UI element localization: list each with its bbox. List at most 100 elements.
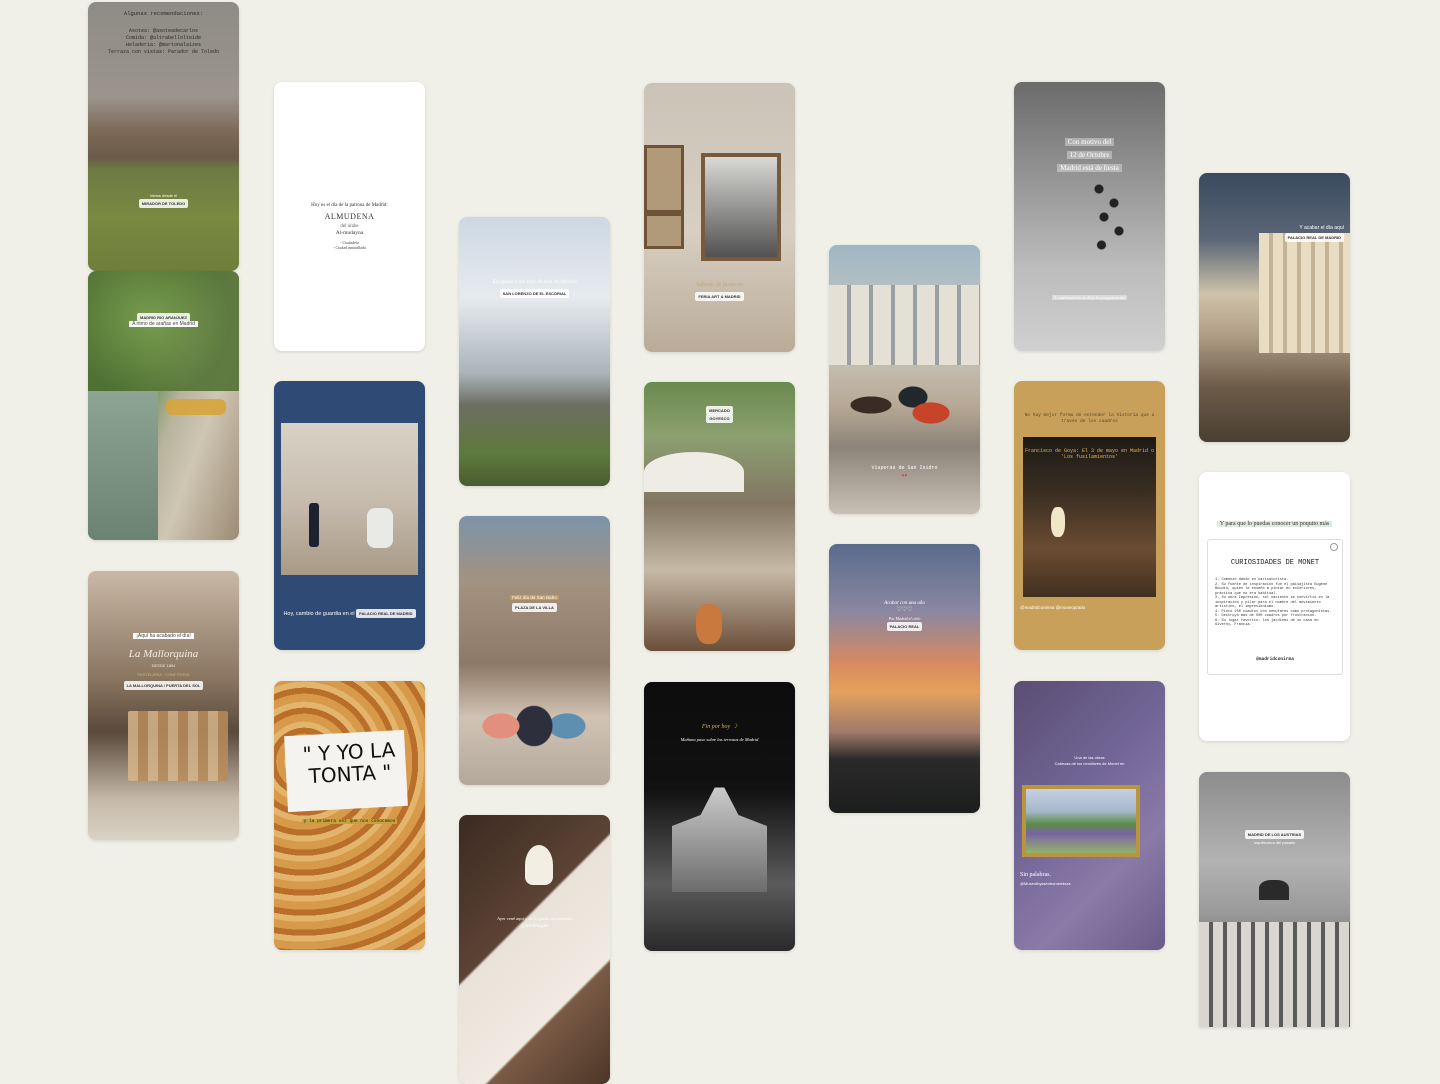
framed-photo bbox=[701, 153, 781, 261]
location-tag[interactable]: PALACIO REAL bbox=[886, 622, 923, 631]
shop-sign: La Mallorquina bbox=[128, 648, 199, 660]
story-escorial[interactable]: Escapada a tan solo 40 min de Madrid SAN… bbox=[459, 217, 610, 486]
heading-line: 12 de Octubre bbox=[1066, 151, 1113, 159]
story-title: Cabezas de los nenúfares de Monet en bbox=[1054, 761, 1125, 766]
candle bbox=[525, 845, 553, 885]
story-sunset[interactable]: Acabar con una año ♡♡♡ Por Madrid el cie… bbox=[829, 544, 980, 813]
palace-facade bbox=[1259, 233, 1350, 353]
story-cibeles-night[interactable]: Fin por hoy ☽ Mañana paso sobre las terr… bbox=[644, 682, 795, 951]
recommendation-line: Comida: @altrabellolteide bbox=[125, 35, 201, 41]
card-title: CURIOSIDADES DE MONET bbox=[1230, 559, 1320, 567]
story-subcaption: Mañana paso sobre las terrazas de Madrid bbox=[680, 737, 759, 742]
story-goya[interactable]: No hay mejor forma de entender la histor… bbox=[1014, 381, 1165, 650]
recommendation-line: Heladeria: @martonalaizes bbox=[125, 42, 201, 48]
story-handle: @tortillaigalt bbox=[521, 924, 548, 929]
building-facade bbox=[829, 285, 980, 365]
story-title: Y para que lo puedas conocer un poquito … bbox=[1216, 521, 1333, 527]
curiosity-line: 3. Su obra Impresión, sol naciente se co… bbox=[1215, 596, 1330, 609]
building-facade bbox=[1199, 922, 1350, 1027]
story-aranjuez-river[interactable]: MADRID RIO ARANJUEZ A ritmo de arañas en… bbox=[88, 271, 239, 540]
moon-icon: ☽ bbox=[731, 724, 738, 730]
frame-small-2 bbox=[644, 213, 684, 249]
curiosity-line: 6. Su lugar favorito: los jardines de su… bbox=[1215, 618, 1319, 628]
story-caption: Hoy, cambio de guardia en el PALACIO REA… bbox=[280, 609, 419, 618]
guard-photo bbox=[281, 423, 418, 575]
shop-since: DESDE 1894 bbox=[151, 663, 176, 668]
story-caption: arquitectura del pasado bbox=[1253, 840, 1296, 845]
story-caption: Sin palabras. bbox=[1020, 872, 1051, 878]
story-chulapos[interactable]: Vísperas de San Isidro ♥♥ bbox=[829, 245, 980, 514]
story-caption: Ayer cené aquí y no lo puedo recomendar bbox=[497, 916, 572, 921]
story-restaurant[interactable]: Ayer cené aquí y no lo puedo recomendar … bbox=[459, 815, 610, 1084]
story-handle: @Museothyssenbornemisza bbox=[1020, 881, 1071, 886]
caption-text: Fin por hoy bbox=[701, 724, 731, 730]
story-handles: @madridconirma @museoprado bbox=[1020, 605, 1086, 610]
definitions: - Ciudadela - Ciudad amurallada bbox=[280, 240, 419, 250]
story-caption: Feliz día de San Isidro bbox=[510, 595, 559, 600]
dancers-photo bbox=[847, 365, 967, 445]
story-arabic-word: Al-mudayna bbox=[335, 230, 364, 236]
dancers-photo bbox=[479, 666, 589, 766]
curiosities-list: 1. Comenzó dando en caricaturista. 2. Su… bbox=[1215, 578, 1335, 628]
story-heading: ALMUDENA bbox=[324, 212, 375, 221]
story-palacio-real-evening[interactable]: Y acabar el día aquí PALACIO REAL DE MAD… bbox=[1199, 173, 1350, 442]
story-caption: ¡Aquí ha acabado el día! bbox=[133, 633, 194, 639]
story-subline: del árabe bbox=[340, 224, 359, 229]
goya-painting bbox=[1023, 437, 1156, 597]
location-tag[interactable]: PLAZA DE LA VILLA bbox=[512, 603, 557, 612]
location-tag[interactable]: FERIA ART & MADRID bbox=[695, 292, 744, 301]
river-image bbox=[88, 391, 158, 540]
recommendations-list: Asotea: @asoteadecarlos Comida: @altrabe… bbox=[94, 28, 233, 56]
story-heading: Con motivo del 12 de Octubre Madrid está… bbox=[1020, 136, 1159, 175]
card-handle: @madridconirma bbox=[1256, 657, 1294, 662]
location-tag[interactable]: LA MALLORQUINA / PUERTA DEL SOL bbox=[123, 681, 204, 690]
location-tag-2[interactable]: GOYESCO bbox=[706, 414, 733, 423]
airplanes-formation bbox=[1084, 182, 1134, 252]
location-tag[interactable]: MADRID DE LOS AUSTRIAS bbox=[1244, 830, 1305, 839]
vase bbox=[696, 604, 722, 644]
definition-line: - Ciudad amurallada bbox=[333, 245, 366, 250]
story-caption: Sábado de fiesta en bbox=[696, 282, 743, 288]
story-toledo-recommendations[interactable]: Algunas recomendaciones: Asotea: @asotea… bbox=[88, 2, 239, 271]
heading-line: Con motivo del bbox=[1064, 138, 1115, 146]
story-curiosidades-monet[interactable]: Y para que lo puedas conocer un poquito … bbox=[1199, 472, 1350, 741]
story-footer: A continuación os dejo la programación bbox=[1051, 295, 1128, 300]
figure-white-shirt bbox=[1051, 507, 1065, 537]
location-tag[interactable]: MIRADOR DE TOLEDO bbox=[138, 199, 189, 208]
recommendation-line: Asotea: @asoteadecarlos bbox=[128, 28, 198, 34]
recommendation-line: Terraza con vistas: Parador de Toledo bbox=[107, 49, 220, 55]
story-top-text: No hay mejor forma de entender la histor… bbox=[1024, 413, 1155, 424]
hearts: ♥♥ bbox=[901, 473, 908, 479]
story-12-octubre[interactable]: Con motivo del 12 de Octubre Madrid está… bbox=[1014, 82, 1165, 351]
guard-figure bbox=[309, 503, 319, 547]
story-la-mallorquina[interactable]: ¡Aquí ha acabado el día! La Mallorquina … bbox=[88, 571, 239, 840]
sign-text: " Y YO LA TONTA " bbox=[302, 737, 396, 789]
story-caption: A ritmo de arañas en Madrid bbox=[129, 321, 198, 327]
story-mercado-goyesco[interactable]: MERCADO GOYESCO bbox=[644, 382, 795, 651]
story-line: Hoy es el día de la patrona de Madrid: bbox=[311, 203, 388, 208]
story-caption: Fin por hoy ☽ bbox=[650, 724, 789, 731]
story-monet-museum[interactable]: Una de las obras Cabezas de los nenúfare… bbox=[1014, 681, 1165, 950]
curiosity-line: 2. Su fuente de inspiración fue el paisa… bbox=[1215, 582, 1328, 596]
story-palacio-guard[interactable]: Hoy, cambio de guardia en el PALACIO REA… bbox=[274, 381, 425, 650]
story-san-isidro-dancers[interactable]: Feliz día de San Isidro PLAZA DE LA VILL… bbox=[459, 516, 610, 785]
story-title: Algunas recomendaciones: bbox=[123, 10, 204, 17]
story-almudena[interactable]: Hoy es el día de la patrona de Madrid: A… bbox=[274, 82, 425, 351]
story-rosquillas[interactable]: " Y YO LA TONTA " y la primera vez que n… bbox=[274, 681, 425, 950]
monet-painting bbox=[1022, 785, 1140, 857]
frame-small-1 bbox=[644, 145, 684, 213]
story-caption: Escapada a tan solo 40 min de Madrid bbox=[492, 279, 577, 285]
location-tag[interactable]: PALACIO REAL DE MADRID bbox=[1284, 233, 1344, 242]
stories-grid: { "colors":{"background":"#f0f0e8"}, "s1… bbox=[0, 0, 1440, 1084]
heading-line: Madrid está de fiesta bbox=[1057, 164, 1122, 172]
story-subcaption: Por Madrid el cielo bbox=[888, 616, 921, 621]
location-tag[interactable]: SAN LORENZO DE EL ESCORIAL bbox=[499, 289, 570, 298]
story-museum-photo[interactable]: Sábado de fiesta en FERIA ART & MADRID bbox=[644, 83, 795, 352]
story-footer: Varios desde el bbox=[149, 193, 178, 198]
caption-text: Hoy, cambio de guardia en el bbox=[283, 611, 355, 617]
story-metropolis-building[interactable]: MADRID DE LOS AUSTRIAS arquitectura del … bbox=[1199, 772, 1350, 1027]
location-tag[interactable]: PALACIO REAL DE MADRID bbox=[356, 609, 416, 618]
story-caption: Y acabar el día aquí bbox=[1299, 225, 1344, 231]
umbrella bbox=[644, 452, 744, 492]
story-caption: Vísperas de San Isidro bbox=[871, 465, 938, 471]
